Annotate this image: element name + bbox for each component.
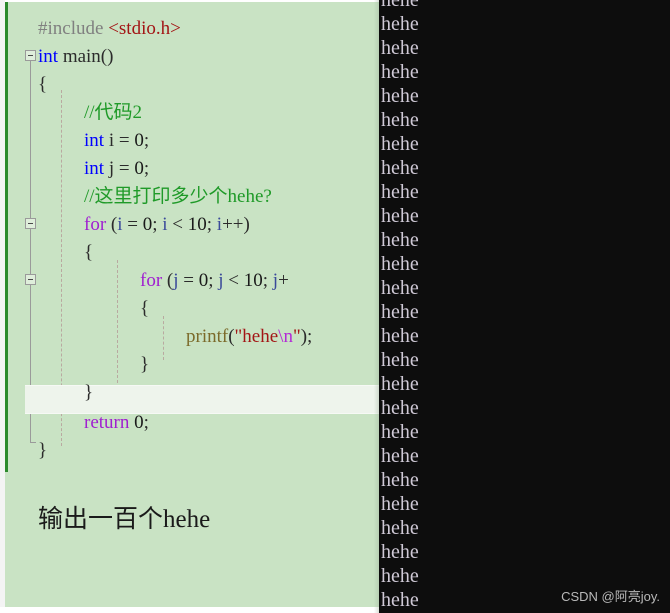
code-token: 0 [134, 158, 144, 179]
console-line-list: hehe hehe hehe hehe hehe hehe hehe hehe hehe hehe… [381, 0, 419, 612]
code-token: //代码2 [84, 102, 143, 123]
annotation-caption: 输出一百个hehe [38, 506, 211, 533]
code-token: return [84, 412, 130, 433]
console-output-line: hehe [381, 61, 419, 83]
console-output-line: hehe [381, 469, 419, 491]
code-token: ; [143, 158, 150, 179]
code-line[interactable]: for (j = 0; j < 10; j+ [140, 267, 289, 295]
code-token: ; [152, 214, 163, 235]
code-line[interactable]: //代码2 [84, 99, 142, 127]
code-token: 0 [134, 412, 144, 433]
code-token: { [140, 298, 150, 319]
code-token: } [140, 354, 150, 375]
code-token: ; [262, 270, 273, 291]
code-token: 0 [142, 214, 153, 235]
console-output-line: hehe [381, 109, 419, 131]
console-output-line: hehe [381, 325, 419, 347]
code-token: //这里打印多少个hehe? [84, 186, 272, 207]
code-token: } [38, 440, 48, 461]
code-token: j = [104, 158, 135, 179]
code-token: int [38, 46, 59, 67]
code-token: } [84, 382, 94, 403]
code-token: " [292, 326, 301, 347]
code-token: <stdio.h> [108, 18, 181, 39]
csdn-watermark: CSDN @阿亮joy. [561, 589, 660, 604]
code-token: "hehe [234, 326, 279, 347]
code-token: ; [206, 214, 217, 235]
code-token: for [84, 214, 107, 235]
code-line[interactable]: for (i = 0; i < 10; i++) [84, 211, 250, 239]
code-editor-pane[interactable]: #include <stdio.h> int main(){//代码2 int i … [5, 2, 379, 607]
console-output-line: hehe [381, 229, 419, 251]
console-output-line: hehe [381, 565, 419, 587]
console-output-line: hehe [381, 349, 419, 371]
code-line[interactable]: int main() [38, 43, 113, 71]
code-token: ; [208, 270, 219, 291]
console-output-line: hehe [381, 421, 419, 443]
code-line[interactable]: { [84, 239, 93, 267]
code-token: \n [278, 326, 293, 347]
console-output-line: hehe [381, 37, 419, 59]
code-token: ; [143, 130, 150, 151]
code-token: < [167, 214, 188, 235]
code-token: = [178, 270, 199, 291]
code-token: i = [104, 130, 135, 151]
code-token: 10 [187, 214, 207, 235]
console-output-line: hehe [381, 277, 419, 299]
code-token: 0 [198, 270, 209, 291]
console-output-line: hehe [381, 133, 419, 155]
code-token: 0 [134, 130, 144, 151]
code-token: { [84, 242, 94, 263]
code-token: 10 [243, 270, 263, 291]
code-token: main() [58, 46, 114, 67]
code-token: + [278, 270, 289, 291]
code-line[interactable]: { [38, 71, 47, 99]
code-token: for [140, 270, 163, 291]
console-output-line: hehe [381, 181, 419, 203]
code-token: { [38, 74, 48, 95]
console-output-line: hehe [381, 517, 419, 539]
console-output-line: hehe [381, 85, 419, 107]
code-token: int [84, 130, 105, 151]
code-token: ( [106, 214, 118, 235]
code-line[interactable]: { [140, 295, 149, 323]
console-output-line: hehe [381, 589, 419, 611]
code-token: int [84, 158, 105, 179]
code-token: ; [143, 412, 149, 433]
console-output-line: hehe [381, 205, 419, 227]
console-output-line: hehe [381, 493, 419, 515]
code-line[interactable]: //这里打印多少个hehe? [84, 183, 272, 211]
code-token: ); [300, 326, 313, 347]
code-line[interactable]: int i = 0; [84, 127, 149, 155]
console-output-line: hehe [381, 373, 419, 395]
code-line[interactable]: printf("hehe\n"); [186, 323, 312, 351]
code-token: ++) [222, 214, 250, 235]
console-output-line: hehe [381, 157, 419, 179]
console-output-line: hehe [381, 541, 419, 563]
code-token: ( [162, 270, 174, 291]
code-token: #include [38, 18, 109, 39]
console-output-line: hehe [381, 445, 419, 467]
console-output-line: hehe [381, 13, 419, 35]
code-line[interactable]: int j = 0; [84, 155, 149, 183]
code-line[interactable]: } [38, 437, 47, 465]
code-token: < [223, 270, 244, 291]
code-line[interactable]: #include <stdio.h> [38, 15, 181, 43]
console-output-line: hehe [381, 0, 419, 11]
console-output-line: hehe [381, 397, 419, 419]
console-output-line: hehe [381, 301, 419, 323]
code-line[interactable]: } [84, 379, 93, 407]
window-bottom-edge [0, 607, 379, 613]
code-line[interactable]: return 0; [84, 409, 149, 437]
code-token: printf [186, 326, 229, 347]
screenshot-root: #include <stdio.h> int main(){//代码2 int i … [0, 0, 670, 613]
console-output-line: hehe [381, 253, 419, 275]
console-output-pane[interactable]: hehe hehe hehe hehe hehe hehe hehe hehe hehe hehe… [379, 0, 670, 613]
code-line[interactable]: } [140, 351, 149, 379]
code-token: = [122, 214, 143, 235]
